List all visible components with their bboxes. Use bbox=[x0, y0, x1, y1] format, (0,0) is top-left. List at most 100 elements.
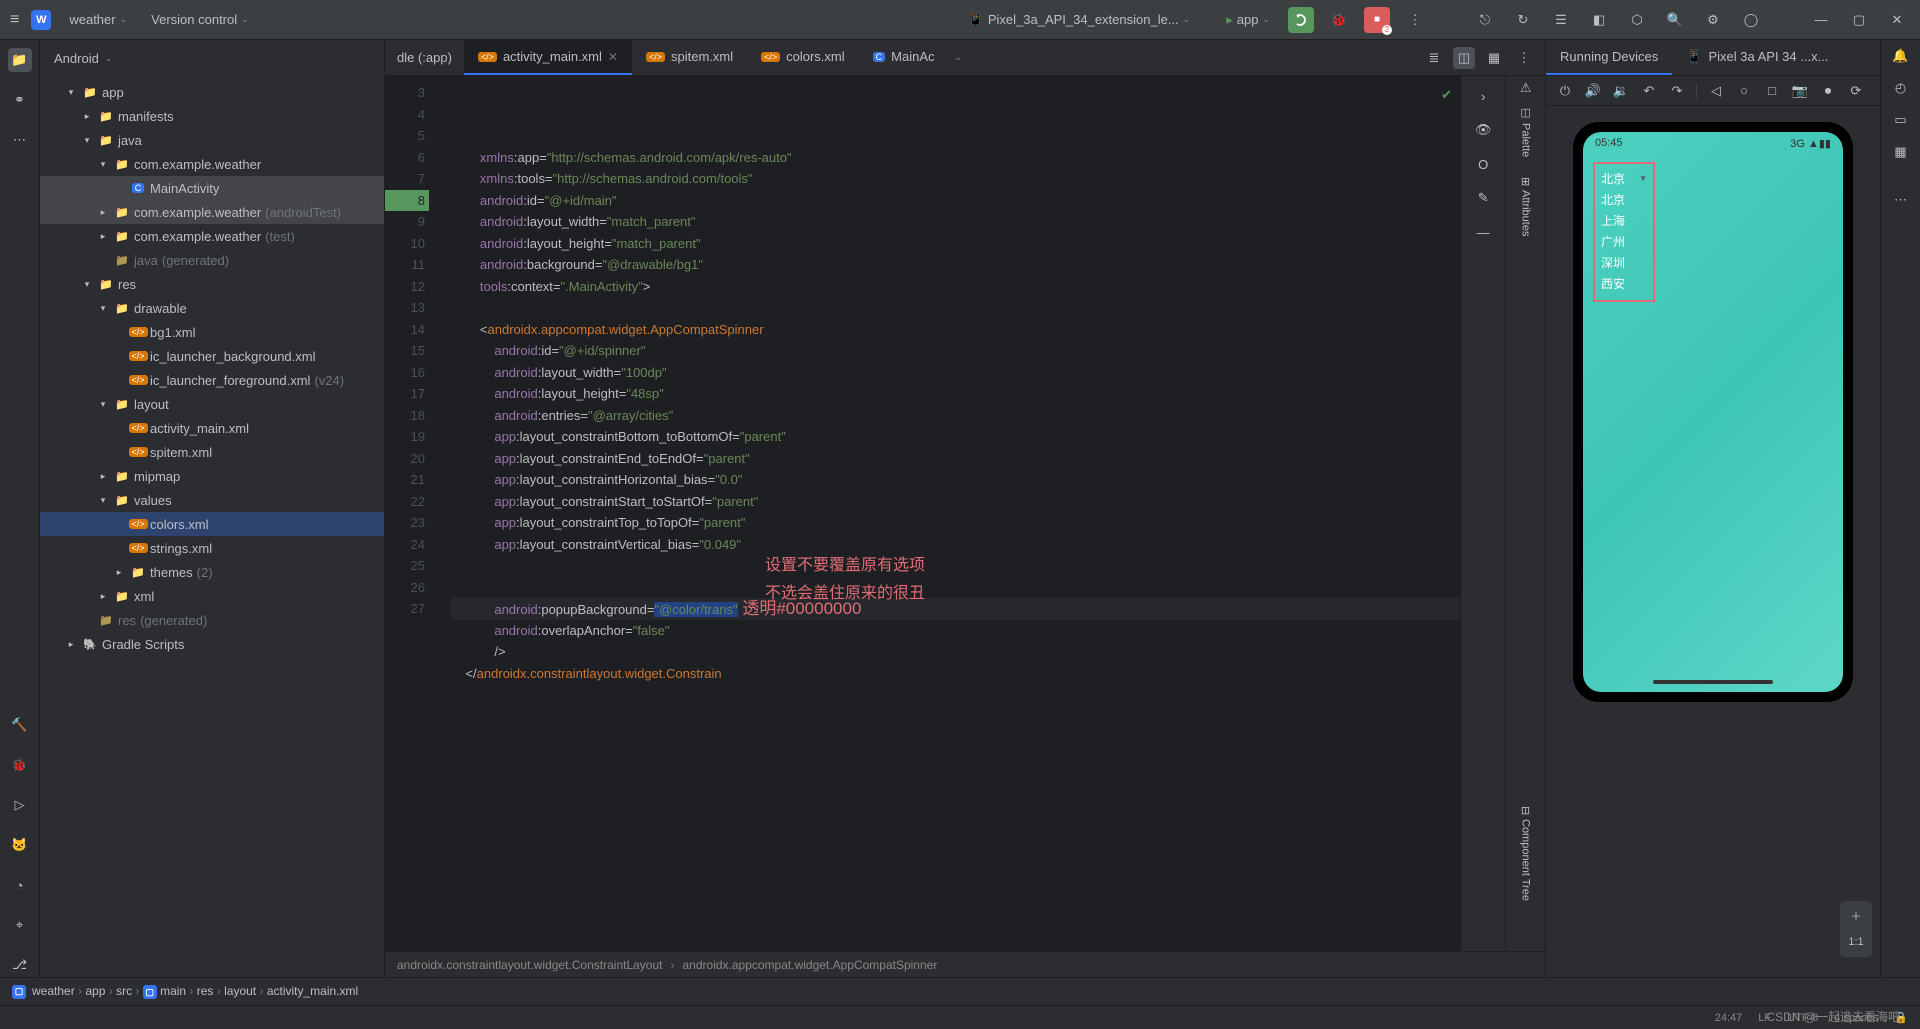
nav-crumb[interactable]: weather bbox=[32, 984, 75, 998]
minimize-icon[interactable]: — bbox=[1808, 7, 1834, 33]
device-selector[interactable]: 📱 Pixel_3a_API_34_extension_le... ⌄ bbox=[962, 8, 1197, 32]
editor-tab[interactable]: </>colors.xml bbox=[747, 40, 859, 75]
tree-item[interactable]: ▾📁com.example.weather bbox=[40, 152, 384, 176]
tree-item[interactable]: CMainActivity bbox=[40, 176, 384, 200]
tree-item[interactable]: ▸📁themes (2) bbox=[40, 560, 384, 584]
nav-crumb[interactable]: activity_main.xml bbox=[267, 984, 358, 998]
vcs-tool-icon[interactable]: ⎇ bbox=[8, 953, 32, 977]
code-with-me-icon[interactable]: ⎋ bbox=[1472, 7, 1498, 33]
screenshot-icon[interactable]: 📷 bbox=[1791, 82, 1809, 100]
stop-button[interactable]: ■2 bbox=[1364, 7, 1390, 33]
overview-icon[interactable]: □ bbox=[1763, 82, 1781, 100]
tree-item[interactable]: 📁java (generated) bbox=[40, 248, 384, 272]
vcs-menu[interactable]: Version control ⌄ bbox=[145, 8, 255, 31]
build-icon[interactable]: ☰ bbox=[1548, 7, 1574, 33]
wand-icon[interactable]: ✎ bbox=[1471, 186, 1495, 210]
warnings-icon[interactable]: ⚠ bbox=[1520, 80, 1532, 96]
devices-title-tab[interactable]: Running Devices bbox=[1546, 40, 1672, 75]
tree-item[interactable]: ▸🐘Gradle Scripts bbox=[40, 632, 384, 656]
logcat-tool-icon[interactable]: 🐱 bbox=[8, 833, 32, 857]
debug-button[interactable]: 🐞 bbox=[1326, 7, 1352, 33]
running-devices-icon[interactable]: ▦ bbox=[1894, 144, 1906, 160]
tree-item[interactable]: </>strings.xml bbox=[40, 536, 384, 560]
nav-crumb[interactable]: src bbox=[116, 984, 132, 998]
zoom-in-icon[interactable]: ＋ bbox=[1844, 905, 1868, 927]
tree-item[interactable]: ▾📁values bbox=[40, 488, 384, 512]
code-view-icon[interactable]: ≣ bbox=[1423, 47, 1445, 69]
editor-more-icon[interactable]: ⋮ bbox=[1513, 47, 1535, 69]
spinner-option[interactable]: 广州 bbox=[1595, 231, 1653, 252]
editor-tab[interactable]: </>spitem.xml bbox=[632, 40, 747, 75]
profiler-tool-icon[interactable]: ◔ bbox=[8, 873, 32, 897]
snapshot-icon[interactable]: ⟳ bbox=[1847, 82, 1865, 100]
palette-tab[interactable]: ◫ Palette bbox=[1515, 96, 1536, 167]
close-window-icon[interactable]: ✕ bbox=[1884, 7, 1910, 33]
tree-item[interactable]: </>bg1.xml bbox=[40, 320, 384, 344]
tree-item[interactable]: ▸📁com.example.weather (androidTest) bbox=[40, 200, 384, 224]
back-icon[interactable]: ◁ bbox=[1707, 82, 1725, 100]
sync-icon[interactable]: ↻ bbox=[1510, 7, 1536, 33]
nav-breadcrumb[interactable]: ▢ weather › app › src › ▢ main › res › l… bbox=[0, 977, 1920, 1005]
avd-icon[interactable]: ◧ bbox=[1586, 7, 1612, 33]
tree-item[interactable]: ▾📁java bbox=[40, 128, 384, 152]
device-manager-icon[interactable]: ▭ bbox=[1894, 112, 1906, 128]
devices-device-tab[interactable]: 📱 Pixel 3a API 34 ...x... bbox=[1672, 40, 1842, 75]
more-actions-icon[interactable]: ⋮ bbox=[1402, 7, 1428, 33]
tree-item[interactable]: </>colors.xml bbox=[40, 512, 384, 536]
tree-item[interactable]: ▾📁drawable bbox=[40, 296, 384, 320]
volume-up-icon[interactable]: 🔊 bbox=[1584, 82, 1602, 100]
more-tools-icon[interactable]: ⋯ bbox=[1894, 192, 1907, 208]
tree-item[interactable]: ▾📁res bbox=[40, 272, 384, 296]
account-icon[interactable]: ◯ bbox=[1738, 7, 1764, 33]
notifications-icon[interactable]: 🔔 bbox=[1892, 48, 1908, 64]
run-button[interactable] bbox=[1288, 7, 1314, 33]
rotate-right-icon[interactable]: ↷ bbox=[1668, 82, 1686, 100]
editor-breadcrumb[interactable]: androidx.constraintlayout.widget.Constra… bbox=[385, 951, 1545, 977]
expand-icon[interactable]: › bbox=[1471, 84, 1495, 108]
nav-crumb[interactable]: layout bbox=[224, 984, 256, 998]
sdk-icon[interactable]: ⬡ bbox=[1624, 7, 1650, 33]
project-tree[interactable]: ▾📁app▸📁manifests▾📁java▾📁com.example.weat… bbox=[40, 76, 384, 977]
tree-item[interactable]: </>activity_main.xml bbox=[40, 416, 384, 440]
run-config-selector[interactable]: ▸ app ⌄ bbox=[1220, 8, 1276, 32]
run-tool-icon[interactable]: ▷ bbox=[8, 793, 32, 817]
tree-item[interactable]: ▸📁manifests bbox=[40, 104, 384, 128]
refresh-icon[interactable]: — bbox=[1471, 220, 1495, 244]
volume-down-icon[interactable]: 🔉 bbox=[1612, 82, 1630, 100]
tree-item[interactable]: ▸📁xml bbox=[40, 584, 384, 608]
editor-tab[interactable]: </>activity_main.xml✕ bbox=[464, 40, 632, 75]
attributes-tab[interactable]: ⊞ Attributes bbox=[1515, 167, 1536, 247]
tree-item[interactable]: ▾📁layout bbox=[40, 392, 384, 416]
debug-tool-icon[interactable]: 🐞 bbox=[8, 753, 32, 777]
spinner-selected[interactable]: 北京▼ bbox=[1595, 168, 1653, 189]
tab-overflow[interactable]: dle (:app) bbox=[385, 50, 464, 65]
nav-crumb[interactable]: ▢ main bbox=[143, 984, 186, 998]
spinner-option[interactable]: 深圳 bbox=[1595, 252, 1653, 273]
project-tool-icon[interactable]: 📁 bbox=[8, 48, 32, 72]
nav-crumb[interactable]: res bbox=[197, 984, 214, 998]
build-variants-icon[interactable]: 🔨 bbox=[8, 713, 32, 737]
visibility-icon[interactable]: 👁 bbox=[1471, 118, 1495, 142]
bookmarks-tool-icon[interactable]: ⋯ bbox=[8, 128, 32, 152]
emulator-screen[interactable]: 05:45 3G ▲▮▮ 北京▼ 北京上海广州深圳西安 bbox=[1583, 132, 1843, 692]
tree-item[interactable]: </>ic_launcher_background.xml bbox=[40, 344, 384, 368]
maximize-icon[interactable]: ▢ bbox=[1846, 7, 1872, 33]
tree-item[interactable]: ▾📁app bbox=[40, 80, 384, 104]
project-panel-header[interactable]: Android ⌄ bbox=[40, 40, 384, 76]
main-menu-icon[interactable]: ≡ bbox=[10, 11, 19, 29]
split-view-icon[interactable]: ◫ bbox=[1453, 47, 1475, 69]
structure-tool-icon[interactable]: ⚭ bbox=[8, 88, 32, 112]
settings-icon[interactable]: ⚙ bbox=[1700, 7, 1726, 33]
tree-item[interactable]: ▸📁com.example.weather (test) bbox=[40, 224, 384, 248]
zoom-reset[interactable]: 1:1 bbox=[1844, 931, 1868, 953]
editor-tab[interactable]: CMainAc bbox=[859, 40, 949, 75]
cursor-position[interactable]: 24:47 bbox=[1715, 1012, 1743, 1024]
close-tab-icon[interactable]: ✕ bbox=[608, 50, 618, 64]
search-icon[interactable]: 🔍 bbox=[1662, 7, 1688, 33]
project-selector[interactable]: weather ⌄ bbox=[63, 8, 133, 31]
component-tree-tab[interactable]: ⊟ Component Tree bbox=[1515, 796, 1536, 911]
spinner-option[interactable]: 上海 bbox=[1595, 210, 1653, 231]
rotate-left-icon[interactable]: ↶ bbox=[1640, 82, 1658, 100]
device-icon[interactable]: O bbox=[1471, 152, 1495, 176]
design-view-icon[interactable]: ▦ bbox=[1483, 47, 1505, 69]
